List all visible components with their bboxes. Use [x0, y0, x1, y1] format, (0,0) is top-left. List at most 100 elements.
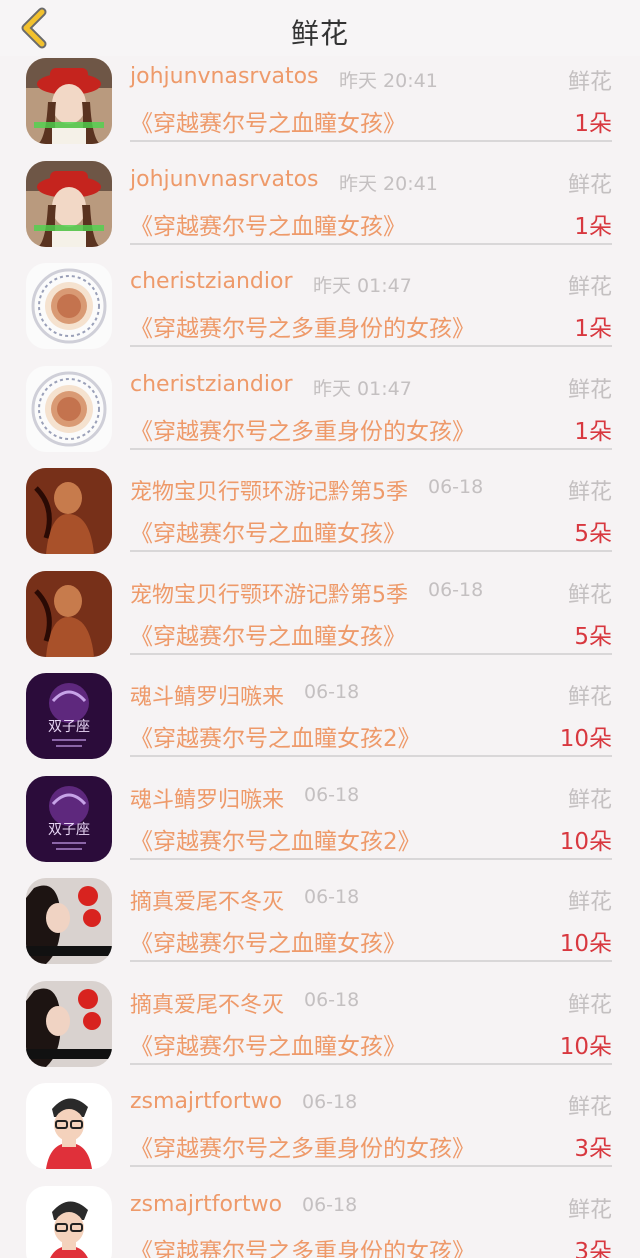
list-item[interactable]: 摘真爱尾不冬灭 06-18 鲜花 《穿越赛尔号之血瞳女孩》 10朵 — [0, 979, 640, 1082]
gift-type-label: 鲜花 — [567, 582, 612, 608]
list-item[interactable]: johjunvnasrvatos 昨天 20:41 鲜花 《穿越赛尔号之血瞳女孩… — [0, 56, 640, 159]
list-item[interactable]: 双子座 魂斗鲭罗归嗾来 06-18 鲜花 《穿越赛尔号之血瞳女孩2》 10朵 — [0, 671, 640, 774]
timestamp: 06-18 — [428, 476, 484, 498]
avatar-cartoon-boy[interactable] — [26, 1185, 112, 1258]
divider — [130, 960, 612, 962]
flower-count: 1朵 — [574, 111, 612, 137]
list-item[interactable]: 宠物宝贝行颚环游记黔第5季 06-18 鲜花 《穿越赛尔号之血瞳女孩》 5朵 — [0, 466, 640, 569]
user-name[interactable]: zsmajrtfortwo — [130, 1089, 282, 1114]
timestamp: 06-18 — [304, 886, 360, 908]
list-item[interactable]: 宠物宝贝行颚环游记黔第5季 06-18 鲜花 《穿越赛尔号之血瞳女孩》 5朵 — [0, 569, 640, 672]
timestamp: 昨天 20:41 — [339, 70, 438, 92]
gift-type-label: 鲜花 — [567, 70, 612, 95]
divider — [130, 857, 612, 860]
avatar-sepia-figure[interactable] — [26, 570, 112, 657]
avatar-woman-red-hat[interactable] — [26, 160, 112, 247]
timestamp: 06-18 — [304, 988, 360, 1011]
list-item[interactable]: zsmajrtfortwo 06-18 鲜花 《穿越赛尔号之多重身份的女孩》 3… — [0, 1081, 640, 1184]
gift-type-label: 鲜花 — [567, 172, 612, 198]
book-title-link[interactable]: 《穿越赛尔号之多重身份的女孩》 — [130, 1129, 475, 1163]
gift-type-label: 鲜花 — [567, 992, 612, 1018]
gift-type-label: 鲜花 — [567, 890, 612, 915]
avatar-purple-gemini[interactable]: 双子座 — [26, 775, 112, 862]
divider — [130, 345, 612, 347]
divider — [130, 242, 612, 245]
divider — [130, 447, 612, 450]
timestamp: 06-18 — [428, 578, 484, 601]
book-title-link[interactable]: 《穿越赛尔号之血瞳女孩》 — [130, 207, 406, 241]
avatar-sepia-figure[interactable] — [26, 468, 112, 554]
book-title-link[interactable]: 《穿越赛尔号之血瞳女孩》 — [130, 104, 406, 138]
timestamp: 昨天 01:47 — [313, 275, 412, 297]
timestamp: 昨天 20:41 — [339, 172, 438, 195]
flower-count: 1朵 — [574, 213, 612, 240]
user-name[interactable]: cheristziandior — [130, 269, 293, 294]
flower-count: 3朵 — [574, 1238, 612, 1258]
flower-count: 5朵 — [574, 623, 612, 650]
flower-count: 10朵 — [559, 931, 612, 957]
book-title-link[interactable]: 《穿越赛尔号之多重身份的女孩》 — [130, 1232, 475, 1258]
gift-type-label: 鲜花 — [567, 275, 612, 300]
user-name[interactable]: 摘真爱尾不冬灭 — [130, 987, 284, 1019]
timestamp: 06-18 — [304, 681, 360, 703]
user-name[interactable]: johjunvnasrvatos — [130, 167, 319, 192]
avatar-girl-lanterns[interactable] — [26, 878, 112, 964]
flower-count: 5朵 — [574, 521, 612, 547]
flower-count: 1朵 — [574, 316, 612, 342]
user-name[interactable]: 魂斗鲭罗归嗾来 — [130, 679, 284, 711]
flower-count: 10朵 — [559, 1033, 612, 1060]
book-title-link[interactable]: 《穿越赛尔号之血瞳女孩2》 — [130, 822, 421, 856]
user-name[interactable]: johjunvnasrvatos — [130, 64, 319, 89]
avatar-woman-red-hat[interactable] — [26, 58, 112, 144]
book-title-link[interactable]: 《穿越赛尔号之血瞳女孩》 — [130, 924, 406, 958]
divider — [130, 1062, 612, 1065]
book-title-link[interactable]: 《穿越赛尔号之血瞳女孩》 — [130, 617, 406, 651]
list-item[interactable]: 摘真爱尾不冬灭 06-18 鲜花 《穿越赛尔号之血瞳女孩》 10朵 — [0, 876, 640, 979]
timestamp: 昨天 01:47 — [313, 377, 412, 400]
flower-count: 3朵 — [574, 1136, 612, 1162]
user-name[interactable]: 宠物宝贝行颚环游记黔第5季 — [130, 474, 408, 506]
list-item[interactable]: cheristziandior 昨天 01:47 鲜花 《穿越赛尔号之多重身份的… — [0, 261, 640, 364]
book-title-link[interactable]: 《穿越赛尔号之血瞳女孩》 — [130, 1027, 406, 1061]
timestamp: 06-18 — [302, 1091, 358, 1113]
gift-type-label: 鲜花 — [567, 1197, 612, 1223]
list-item[interactable]: cheristziandior 昨天 01:47 鲜花 《穿越赛尔号之多重身份的… — [0, 364, 640, 467]
gift-type-label: 鲜花 — [567, 1095, 612, 1120]
avatar-bacon-egg-plate[interactable] — [26, 365, 112, 452]
divider — [130, 550, 612, 552]
divider — [130, 755, 612, 757]
avatar-girl-lanterns[interactable] — [26, 980, 112, 1067]
user-name[interactable]: 魂斗鲭罗归嗾来 — [130, 782, 284, 814]
divider — [130, 140, 612, 142]
user-name[interactable]: 宠物宝贝行颚环游记黔第5季 — [130, 577, 408, 609]
flower-count: 1朵 — [574, 418, 612, 445]
divider — [130, 652, 612, 655]
gift-type-label: 鲜花 — [567, 480, 612, 505]
list-item[interactable]: 双子座 魂斗鲭罗归嗾来 06-18 鲜花 《穿越赛尔号之血瞳女孩2》 10朵 — [0, 774, 640, 877]
page-title: 鲜花 — [290, 17, 349, 50]
gift-type-label: 鲜花 — [567, 377, 612, 403]
nav-bar: 鲜花 — [0, 0, 640, 56]
book-title-link[interactable]: 《穿越赛尔号之血瞳女孩》 — [130, 514, 406, 548]
list-item[interactable]: johjunvnasrvatos 昨天 20:41 鲜花 《穿越赛尔号之血瞳女孩… — [0, 159, 640, 262]
book-title-link[interactable]: 《穿越赛尔号之血瞳女孩2》 — [130, 719, 421, 753]
flower-count: 10朵 — [559, 726, 612, 752]
avatar-purple-gemini[interactable]: 双子座 — [26, 673, 112, 759]
book-title-link[interactable]: 《穿越赛尔号之多重身份的女孩》 — [130, 309, 475, 343]
avatar-cartoon-boy[interactable] — [26, 1083, 112, 1169]
svg-text:双子座: 双子座 — [48, 719, 90, 735]
timestamp: 06-18 — [304, 783, 360, 806]
svg-text:双子座: 双子座 — [48, 822, 90, 838]
user-name[interactable]: cheristziandior — [130, 372, 293, 397]
list-item[interactable]: zsmajrtfortwo 06-18 鲜花 《穿越赛尔号之多重身份的女孩》 3… — [0, 1184, 640, 1258]
timestamp: 06-18 — [302, 1193, 358, 1216]
divider — [130, 1165, 612, 1167]
flower-list: johjunvnasrvatos 昨天 20:41 鲜花 《穿越赛尔号之血瞳女孩… — [0, 56, 640, 1258]
book-title-link[interactable]: 《穿越赛尔号之多重身份的女孩》 — [130, 412, 475, 446]
user-name[interactable]: zsmajrtfortwo — [130, 1192, 282, 1217]
gift-type-label: 鲜花 — [567, 685, 612, 710]
avatar-bacon-egg-plate[interactable] — [26, 263, 112, 349]
gift-type-label: 鲜花 — [567, 787, 612, 813]
user-name[interactable]: 摘真爱尾不冬灭 — [130, 884, 284, 916]
flower-count: 10朵 — [559, 828, 612, 855]
